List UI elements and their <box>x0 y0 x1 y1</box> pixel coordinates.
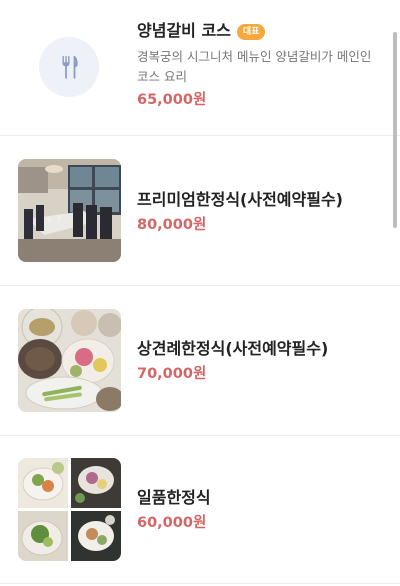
menu-image-placeholder <box>39 37 99 97</box>
menu-item[interactable]: 양념갈비 코스 대표 경복궁의 시그니처 메뉴인 양념갈비가 메인인 코스 요리 … <box>0 0 400 136</box>
menu-item-price: 80,000원 <box>137 217 207 233</box>
menu-item-photo <box>18 309 121 412</box>
menu-item-text: 일품한정식 60,000원 <box>137 487 380 533</box>
menu-item-name: 일품한정식 <box>137 488 211 507</box>
menu-item-description: 경복궁의 시그니처 메뉴인 양념갈비가 메인인 코스 요리 <box>137 49 372 84</box>
signature-badge: 대표 <box>236 24 266 40</box>
menu-item-text: 프리미엄한정식(사전예약필수) 80,000원 <box>137 189 380 235</box>
menu-item[interactable]: 프리미엄한정식(사전예약필수) 80,000원 <box>0 136 400 286</box>
menu-item-photo <box>18 159 121 262</box>
scrollbar[interactable] <box>393 32 397 228</box>
menu-item[interactable]: 일품한정식 60,000원 <box>0 436 400 586</box>
menu-item-price: 70,000원 <box>137 366 207 382</box>
menu-item-text: 상견례한정식(사전예약필수) 70,000원 <box>137 338 380 384</box>
menu-item[interactable]: 상견례한정식(사전예약필수) 70,000원 <box>0 286 400 436</box>
menu-list: 양념갈비 코스 대표 경복궁의 시그니처 메뉴인 양념갈비가 메인인 코스 요리 … <box>0 0 400 586</box>
menu-item-price: 60,000원 <box>137 515 207 531</box>
menu-item-text: 양념갈비 코스 대표 경복궁의 시그니처 메뉴인 양념갈비가 메인인 코스 요리 … <box>137 20 380 110</box>
menu-item-photo <box>18 458 121 561</box>
menu-item-name: 프리미엄한정식(사전예약필수) <box>137 190 343 209</box>
fork-knife-icon <box>62 55 78 79</box>
menu-item-price: 65,000원 <box>137 92 207 108</box>
menu-item-name: 양념갈비 코스 <box>137 21 231 40</box>
menu-item-name: 상견례한정식(사전예약필수) <box>137 339 329 358</box>
